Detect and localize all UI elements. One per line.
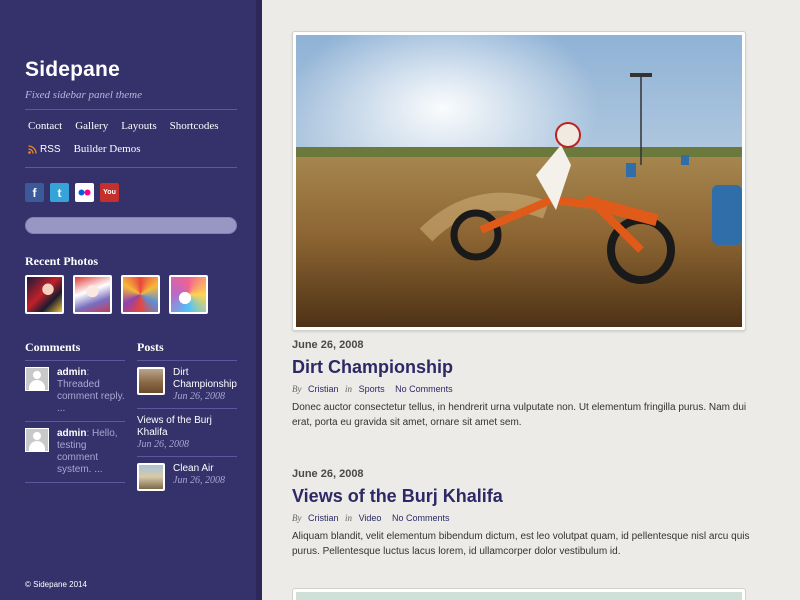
nav-item-shortcodes[interactable]: Shortcodes	[167, 115, 219, 138]
comments-widget: Comments admin: Threaded comment reply. …	[25, 340, 125, 496]
sidebar-post-date: Jun 26, 2008	[173, 475, 225, 486]
main-content: June 26, 2008 Dirt Championship By Crist…	[292, 31, 750, 559]
sidebar-post-title[interactable]: Clean Air	[173, 463, 225, 475]
byline-by: By	[292, 384, 302, 394]
rss-label: RSS	[40, 144, 61, 155]
sidebar-post-item[interactable]: Dirt Championship Jun 26, 2008	[137, 361, 237, 409]
post-comments-link[interactable]: No Comments	[395, 384, 453, 394]
youtube-icon-label: You	[103, 188, 116, 196]
sidebar-post-item[interactable]: Clean Air Jun 26, 2008	[137, 457, 237, 496]
social-icons: f t You	[25, 183, 237, 202]
comment-author[interactable]: admin	[57, 367, 86, 378]
rss-icon	[28, 145, 37, 154]
sidebar-post-item[interactable]: Views of the Burj Khalifa Jun 26, 2008	[137, 409, 237, 457]
sidebar-widgets: Comments admin: Threaded comment reply. …	[25, 340, 237, 496]
post-date: June 26, 2008	[292, 339, 364, 351]
sidebar-post-title[interactable]: Views of the Burj Khalifa	[137, 415, 237, 439]
sidebar-post-title[interactable]: Dirt Championship	[173, 367, 237, 391]
recent-photo[interactable]	[121, 275, 160, 314]
comment-item[interactable]: admin: Hello, testing comment system. ..…	[25, 422, 125, 483]
site-title[interactable]: Sidepane	[25, 58, 237, 82]
post-author-link[interactable]: Cristian	[308, 513, 339, 523]
avatar	[25, 428, 49, 452]
sidebar-content: Sidepane Fixed sidebar panel theme Conta…	[25, 58, 237, 496]
comment-author[interactable]: admin	[57, 428, 86, 439]
post-title[interactable]: Views of the Burj Khalifa	[292, 486, 750, 507]
post-excerpt: Donec auctor consectetur tellus, in hend…	[292, 402, 747, 428]
byline-by: By	[292, 513, 302, 523]
post-date: June 26, 2008	[292, 468, 364, 480]
main-nav: Contact Gallery Layouts Shortcodes RSS B…	[25, 109, 237, 168]
recent-photos	[25, 275, 237, 314]
comment-item[interactable]: admin: Threaded comment reply. ...	[25, 361, 125, 422]
next-post-image[interactable]	[292, 588, 746, 600]
recent-photo[interactable]	[73, 275, 112, 314]
sidebar-post-date: Jun 26, 2008	[173, 391, 225, 402]
byline-in: in	[345, 384, 353, 394]
site-tagline: Fixed sidebar panel theme	[25, 89, 142, 101]
nav-item-rss[interactable]: RSS	[25, 138, 61, 161]
post-excerpt: Aliquam blandit, velit elementum bibendu…	[292, 531, 750, 557]
post-byline: By Cristian in Sports No Comments	[292, 384, 750, 394]
search-input[interactable]	[25, 217, 237, 234]
comment-text: admin: Hello, testing comment system. ..…	[57, 428, 125, 476]
post-thumbnail[interactable]	[137, 367, 165, 395]
copyright: © Sidepane 2014	[25, 580, 87, 589]
post-byline: By Cristian in Video No Comments	[292, 513, 750, 523]
post-author-link[interactable]: Cristian	[308, 384, 339, 394]
recent-photos-title: Recent Photos	[25, 254, 98, 268]
post-category-link[interactable]: Video	[359, 513, 382, 523]
byline-in: in	[345, 513, 353, 523]
comments-title: Comments	[25, 340, 125, 361]
sidebar-post-date: Jun 26, 2008	[137, 439, 189, 450]
post-entry: June 26, 2008 Views of the Burj Khalifa …	[292, 468, 750, 559]
post-thumbnail[interactable]	[137, 463, 165, 491]
comment-text: admin: Threaded comment reply. ...	[57, 367, 125, 415]
sidebar: Sidepane Fixed sidebar panel theme Conta…	[0, 0, 262, 600]
post-title[interactable]: Dirt Championship	[292, 357, 750, 378]
recent-photo[interactable]	[25, 275, 64, 314]
featured-image	[296, 35, 742, 327]
avatar	[25, 367, 49, 391]
post-featured-image[interactable]	[292, 31, 746, 331]
recent-photo[interactable]	[169, 275, 208, 314]
nav-item-layouts[interactable]: Layouts	[118, 115, 156, 138]
nav-item-builder-demos[interactable]: Builder Demos	[71, 138, 141, 161]
post-category-link[interactable]: Sports	[359, 384, 385, 394]
twitter-icon[interactable]: t	[50, 183, 69, 202]
posts-title: Posts	[137, 340, 237, 361]
youtube-icon[interactable]: You	[100, 183, 119, 202]
post-entry: June 26, 2008 Dirt Championship By Crist…	[292, 339, 750, 430]
facebook-icon[interactable]: f	[25, 183, 44, 202]
post-comments-link[interactable]: No Comments	[392, 513, 450, 523]
nav-item-gallery[interactable]: Gallery	[72, 115, 108, 138]
nav-item-contact[interactable]: Contact	[25, 115, 62, 138]
flickr-icon[interactable]	[75, 183, 94, 202]
posts-widget: Posts Dirt Championship Jun 26, 2008 Vie…	[137, 340, 237, 496]
